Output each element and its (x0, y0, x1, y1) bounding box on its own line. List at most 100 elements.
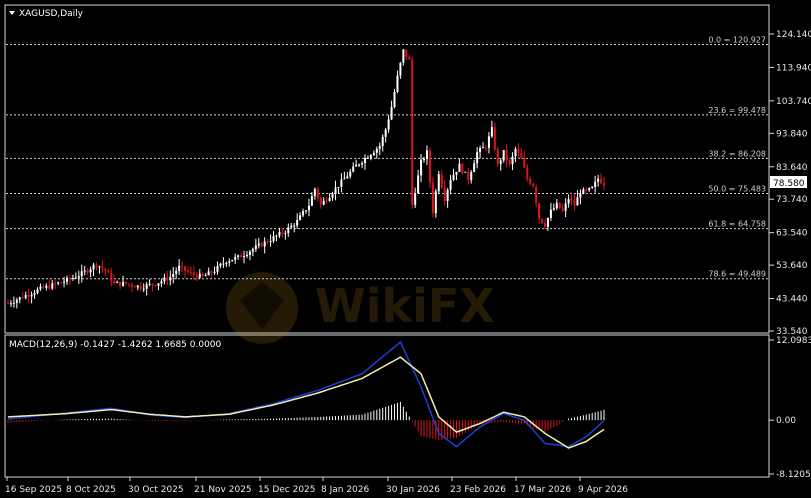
candle-body (505, 150, 508, 161)
candle-body (402, 49, 405, 63)
candle-body (172, 273, 175, 278)
candle-body (446, 189, 449, 201)
candle-body (517, 148, 520, 153)
candle-body (130, 284, 133, 287)
candle-body (473, 163, 476, 172)
candle-body (561, 208, 564, 211)
candle-body (116, 281, 119, 283)
candle-body (349, 171, 352, 177)
candle-body (570, 199, 573, 201)
candle-body (36, 289, 39, 294)
chart-window[interactable]: WikiFX 0.0 = 120.927 23.6 = 99.478 38.2 = … (0, 0, 811, 498)
candle-body (39, 286, 42, 290)
candle-body (66, 277, 69, 282)
candle-body (272, 236, 275, 242)
candle-body (331, 193, 334, 198)
candle-body (278, 232, 281, 236)
price-axis-label: 83.640 (776, 163, 808, 173)
candle-body (189, 271, 192, 273)
candle-body (337, 186, 340, 188)
candle-body (343, 178, 346, 180)
candle-body (207, 271, 210, 276)
candle-body (186, 270, 189, 272)
date-axis-label: 15 Dec 2025 (258, 485, 316, 495)
candle-body (555, 202, 558, 209)
candle-body (541, 218, 544, 224)
price-axis-label: 53.640 (776, 261, 808, 271)
candle-body (136, 285, 139, 288)
chart-canvas[interactable]: WikiFX 0.0 = 120.927 23.6 = 99.478 38.2 = … (0, 0, 811, 498)
candle-body (33, 293, 36, 295)
fib-level-label: 61.8 = 64.758 (708, 220, 766, 229)
candle-body (48, 285, 51, 289)
candle-body (479, 147, 482, 153)
candle-body (263, 241, 266, 247)
candle-body (428, 150, 431, 183)
candle-body (458, 163, 461, 172)
candle-body (369, 155, 372, 158)
candle-body (396, 75, 399, 92)
candle-body (375, 148, 378, 153)
candle-body (487, 136, 490, 148)
candle-body (597, 178, 600, 182)
candle-body (234, 256, 237, 260)
candle-body (145, 284, 148, 289)
candle-body (552, 208, 555, 210)
candle-body (166, 277, 169, 281)
candle-body (366, 157, 369, 159)
date-axis-label: 9 Apr 2026 (578, 485, 628, 495)
candle-body (63, 281, 66, 283)
candle-body (582, 189, 585, 194)
macd-axis-label: -8.1205 (776, 470, 811, 480)
candle-body (414, 193, 417, 205)
candle-body (198, 273, 201, 278)
fib-level-label: 23.6 = 99.478 (708, 106, 766, 115)
candle-body (169, 277, 172, 281)
candle-body (423, 158, 426, 160)
candle-body (216, 265, 219, 272)
candle-body (30, 294, 33, 297)
candle-body (452, 174, 455, 181)
candle-body (45, 285, 48, 288)
candle-body (24, 295, 27, 299)
candle-body (470, 171, 473, 181)
candle-body (390, 106, 393, 120)
candle-body (431, 182, 434, 214)
candle-body (192, 272, 195, 275)
candle-body (243, 256, 246, 258)
candle-body (281, 232, 284, 234)
candle-body (251, 249, 254, 252)
candle-body (467, 171, 470, 181)
candle-body (296, 219, 299, 226)
candle-body (257, 243, 260, 246)
candle-body (195, 274, 198, 278)
price-axis-label: 63.540 (776, 229, 808, 239)
dropdown-triangle-icon[interactable] (9, 11, 15, 15)
watermark-text: WikiFX (315, 279, 495, 333)
candle-body (393, 91, 396, 107)
candle-body (529, 178, 532, 184)
candle-body (89, 269, 92, 273)
candle-body (293, 225, 296, 227)
candle-body (434, 191, 437, 214)
candle-body (51, 283, 54, 289)
candle-body (535, 186, 538, 204)
candle-body (157, 283, 160, 286)
candle-body (328, 197, 331, 201)
candle-body (210, 271, 213, 273)
candle-body (127, 283, 130, 285)
candle-body (266, 241, 269, 243)
fib-level-label: 38.2 = 86.208 (708, 149, 766, 158)
candle-body (113, 281, 116, 283)
candle-body (15, 299, 18, 303)
candle-body (502, 150, 505, 161)
candle-body (225, 262, 228, 264)
macd-indicator-label: MACD(12,26,9) -0.1427 -1.4262 1.6685 0.0… (9, 340, 222, 350)
candle-body (95, 264, 98, 267)
candle-body (417, 175, 420, 194)
current-price-label: 78.580 (773, 179, 805, 189)
candle-body (358, 164, 361, 166)
candle-body (125, 281, 128, 284)
candle-body (381, 136, 384, 147)
candle-body (538, 203, 541, 219)
